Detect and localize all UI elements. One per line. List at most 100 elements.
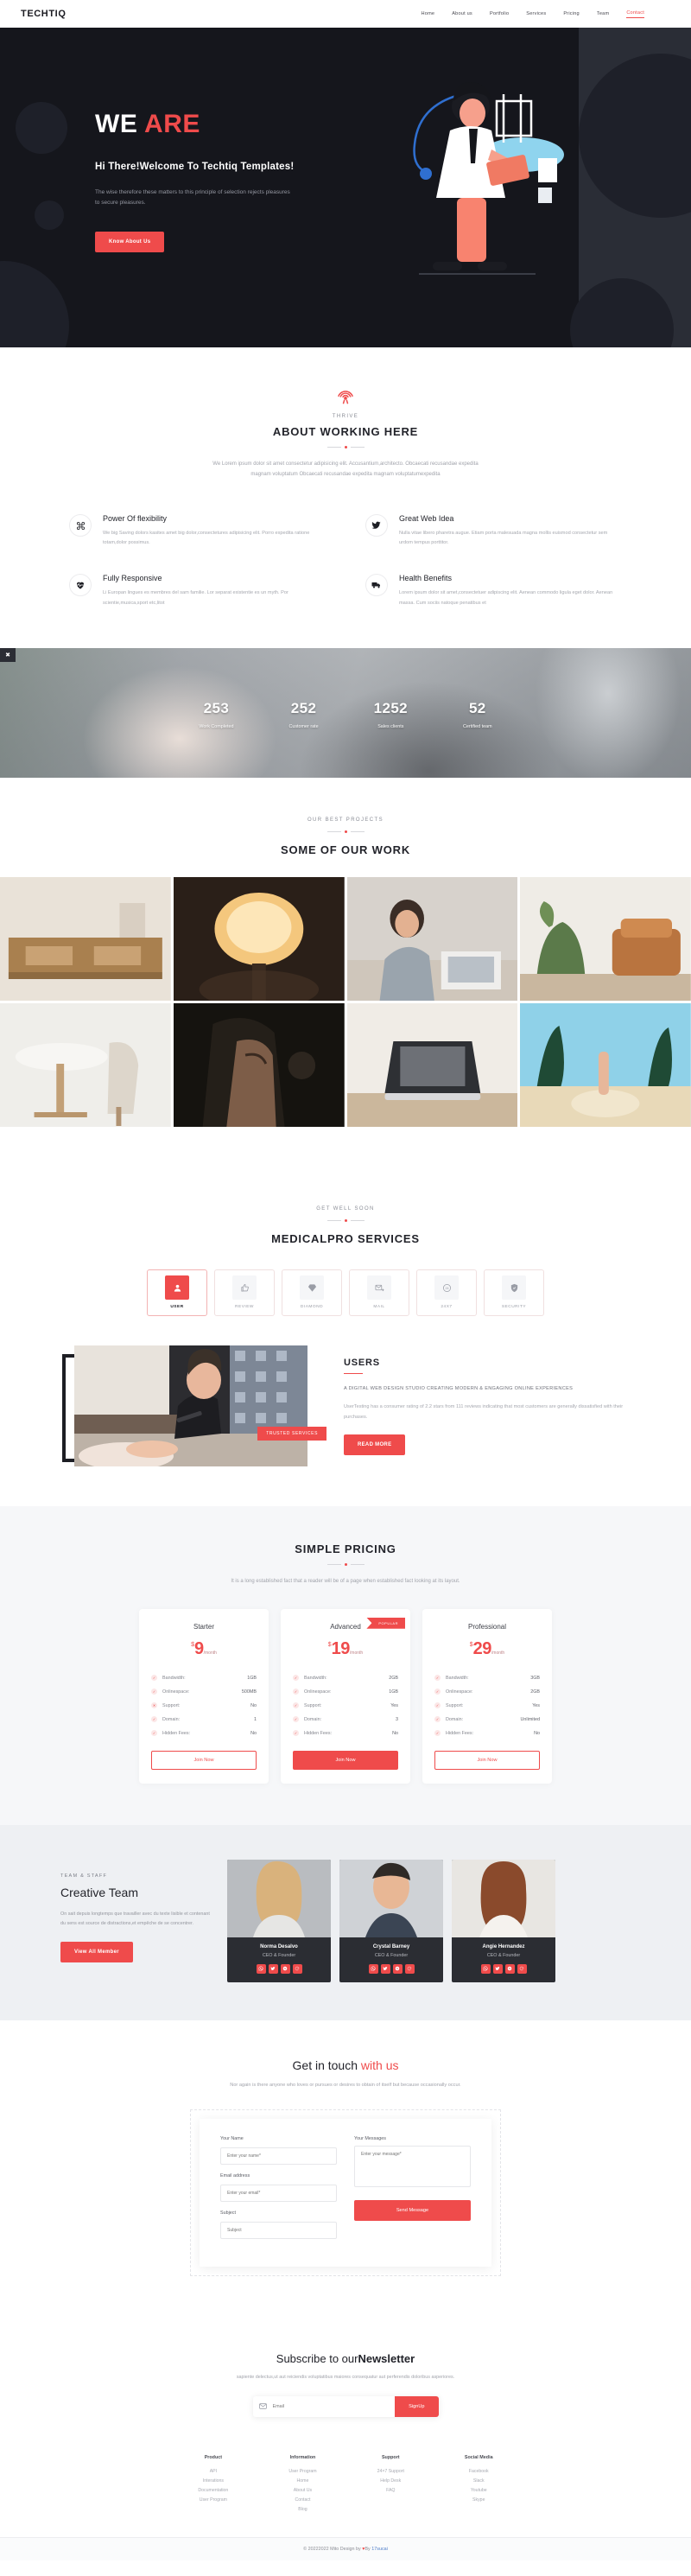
plan-feature-value: 1GB (389, 1689, 398, 1695)
nav-item-team[interactable]: Team (597, 11, 609, 16)
skype-icon[interactable]: S (392, 1963, 403, 1974)
footer-link[interactable]: User Program (288, 2467, 316, 2477)
credit-link[interactable]: 17sucai (371, 2547, 388, 2552)
footer-link[interactable]: 24×7 Support (377, 2467, 404, 2477)
newsletter-title-plain: Subscribe to our (276, 2351, 358, 2365)
portfolio-item[interactable] (520, 1002, 691, 1127)
footer-link[interactable]: Home (288, 2477, 316, 2486)
member-socials: S (227, 1963, 331, 1974)
plan-feature-label: Bandwidth: (446, 1675, 469, 1681)
plan-feature-value: 3 (396, 1716, 398, 1722)
footer-link[interactable]: User Program (198, 2496, 228, 2505)
plan-currency: $ (327, 1641, 332, 1648)
email-input[interactable] (220, 2184, 337, 2202)
check-icon: ✓ (293, 1675, 299, 1682)
portfolio-item[interactable] (173, 876, 345, 1001)
service-tab-review[interactable]: REVIEW (214, 1269, 275, 1316)
portfolio-item[interactable] (520, 876, 691, 1001)
stat-label: Customer rate (288, 723, 319, 729)
portfolio-item[interactable] (0, 876, 171, 1001)
subject-input[interactable] (220, 2221, 337, 2239)
plan-feature-list: ✓ Bandwidth: 3GB ✓ Onlinespace: 2GB ✓ Support: Y… (434, 1671, 540, 1740)
name-input[interactable] (220, 2147, 337, 2165)
join-now-button[interactable]: Join Now (293, 1750, 398, 1770)
service-tab-24x7[interactable]: 24 24X7 (416, 1269, 477, 1316)
hero-section: WE ARE Hi There!Welcome To Techtiq Templ… (0, 28, 691, 347)
contact-section: Get in touch with us Nor again is there … (0, 2019, 691, 2323)
plan-feature-row: ✓ Domain: 3 (293, 1713, 398, 1727)
know-about-us-button[interactable]: Know About Us (95, 231, 165, 252)
message-textarea[interactable] (354, 2145, 471, 2187)
skype-icon[interactable]: S (504, 1963, 515, 1974)
email-label: Email address (220, 2172, 250, 2178)
footer-link[interactable]: API (198, 2467, 228, 2477)
send-message-button[interactable]: Send Message (354, 2199, 471, 2221)
google-icon[interactable] (517, 1963, 527, 1974)
google-icon[interactable] (292, 1963, 302, 1974)
contact-form-left: Your Name Email address Subject (220, 2136, 337, 2248)
plan-feature-label: Hidden Fees: (304, 1730, 333, 1736)
footer-link[interactable]: About Us (288, 2486, 316, 2496)
whatsapp-icon[interactable] (256, 1963, 266, 1974)
service-tab-user[interactable]: USER (147, 1269, 207, 1316)
divider (0, 830, 691, 833)
nav-item-pricing[interactable]: Pricing (563, 11, 580, 16)
team-title: Creative Team (60, 1885, 139, 1899)
google-icon[interactable] (404, 1963, 415, 1974)
join-now-button[interactable]: Join Now (151, 1750, 257, 1770)
logo[interactable]: TECHTIQ (21, 9, 66, 19)
portfolio-item[interactable] (346, 1002, 518, 1127)
divider (52, 446, 639, 448)
footer-link[interactable]: Skype (465, 2496, 493, 2505)
portfolio-item[interactable] (346, 876, 518, 1001)
footer-link[interactable]: Interations (198, 2477, 228, 2486)
newsletter-email-input[interactable] (272, 2395, 396, 2417)
footer-link[interactable]: Blog (288, 2505, 316, 2515)
twitter-icon[interactable] (268, 1963, 278, 1974)
nav-item-portfolio[interactable]: Portfolio (490, 11, 509, 16)
nav-item-home[interactable]: Home (422, 11, 435, 16)
nav-item-services[interactable]: Services (526, 11, 546, 16)
team-description: On sait depuis longtemps que travailler … (60, 1911, 210, 1926)
service-tab-security[interactable]: SECURITY (484, 1269, 544, 1316)
service-tab-diamond[interactable]: DIAMOND (282, 1269, 342, 1316)
footer-link[interactable]: Help Desk (377, 2477, 404, 2486)
twitter-icon[interactable] (492, 1963, 503, 1974)
portfolio-item[interactable] (0, 1002, 171, 1127)
nav-item-about-us[interactable]: About us (452, 11, 472, 16)
footer-link[interactable]: Documentation (198, 2486, 228, 2496)
member-name: Angie Hernandez (482, 1943, 525, 1949)
footer-link[interactable]: Facebook (465, 2467, 493, 2477)
signup-button[interactable]: SignUp (395, 2395, 439, 2417)
stat-item: 252 Customer rate (288, 700, 318, 729)
plan-amount: 9 (193, 1638, 204, 1658)
footer-link[interactable]: FAQ (377, 2486, 404, 2496)
plan-name: Starter (193, 1622, 214, 1631)
footer-link[interactable]: Youtube (465, 2486, 493, 2496)
close-icon[interactable]: ✖ (0, 647, 16, 662)
footer-link[interactable]: Contact (288, 2496, 316, 2505)
read-more-button[interactable]: READ MORE (344, 1434, 406, 1455)
footer-link[interactable]: Slack (465, 2477, 493, 2486)
skype-icon[interactable]: S (280, 1963, 290, 1974)
truck-icon (365, 574, 388, 597)
nav-item-contact[interactable]: Contact (626, 10, 644, 18)
plan-feature-label: Domain: (446, 1716, 464, 1722)
whatsapp-icon[interactable] (368, 1963, 378, 1974)
pricing-plans: Starter $9/month ✓ Bandwidth: 1GB ✓ Onlinespac… (0, 1608, 691, 1784)
twitter-icon[interactable] (380, 1963, 390, 1974)
service-tab-mail[interactable]: MAIL (349, 1269, 409, 1316)
message-label: Your Messages (354, 2135, 386, 2141)
portfolio-item[interactable] (173, 1002, 345, 1127)
check-icon: ✓ (434, 1730, 441, 1737)
team-member: Norma Desalvo CEO & Founder S (227, 1859, 331, 1982)
cross-icon: ✕ (151, 1702, 157, 1709)
about-section: THRIVE ABOUT WORKING HERE We Lorem ipsum… (0, 347, 691, 648)
whatsapp-icon[interactable] (480, 1963, 491, 1974)
plan-feature-row: ✓ Onlinespace: 1GB (293, 1685, 398, 1699)
member-socials: S (452, 1963, 555, 1974)
plan-feature-row: ✓ Bandwidth: 1GB (151, 1671, 257, 1685)
view-all-member-button[interactable]: View All Member (60, 1942, 133, 1963)
join-now-button[interactable]: Join Now (434, 1750, 540, 1770)
plan-feature-label: Onlinespace: (304, 1689, 332, 1695)
